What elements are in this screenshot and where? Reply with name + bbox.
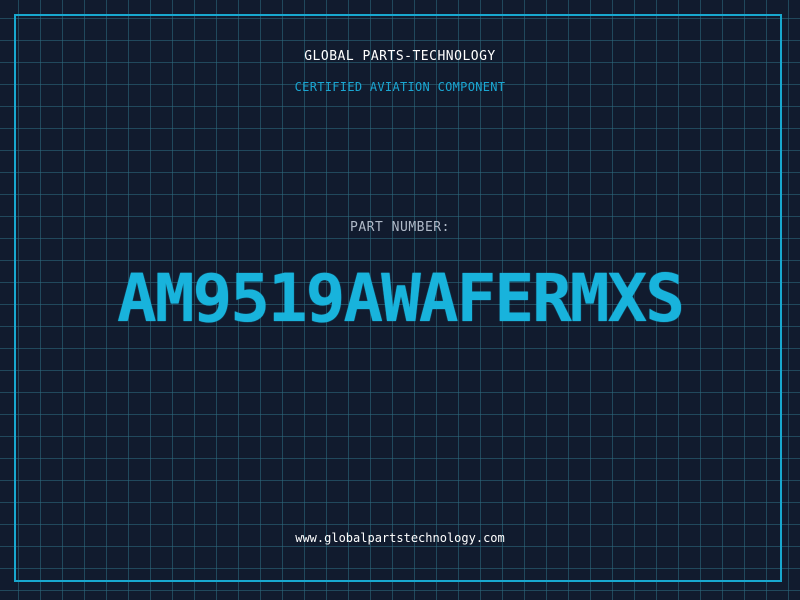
certification-subtitle: CERTIFIED AVIATION COMPONENT [294, 80, 506, 94]
part-number-value: AM9519AWAFERMXS [116, 260, 685, 337]
website-url: www.globalpartstechnology.com [295, 531, 505, 545]
company-name: GLOBAL PARTS-TECHNOLOGY [304, 49, 496, 64]
part-number-label: PART NUMBER: [350, 220, 450, 235]
